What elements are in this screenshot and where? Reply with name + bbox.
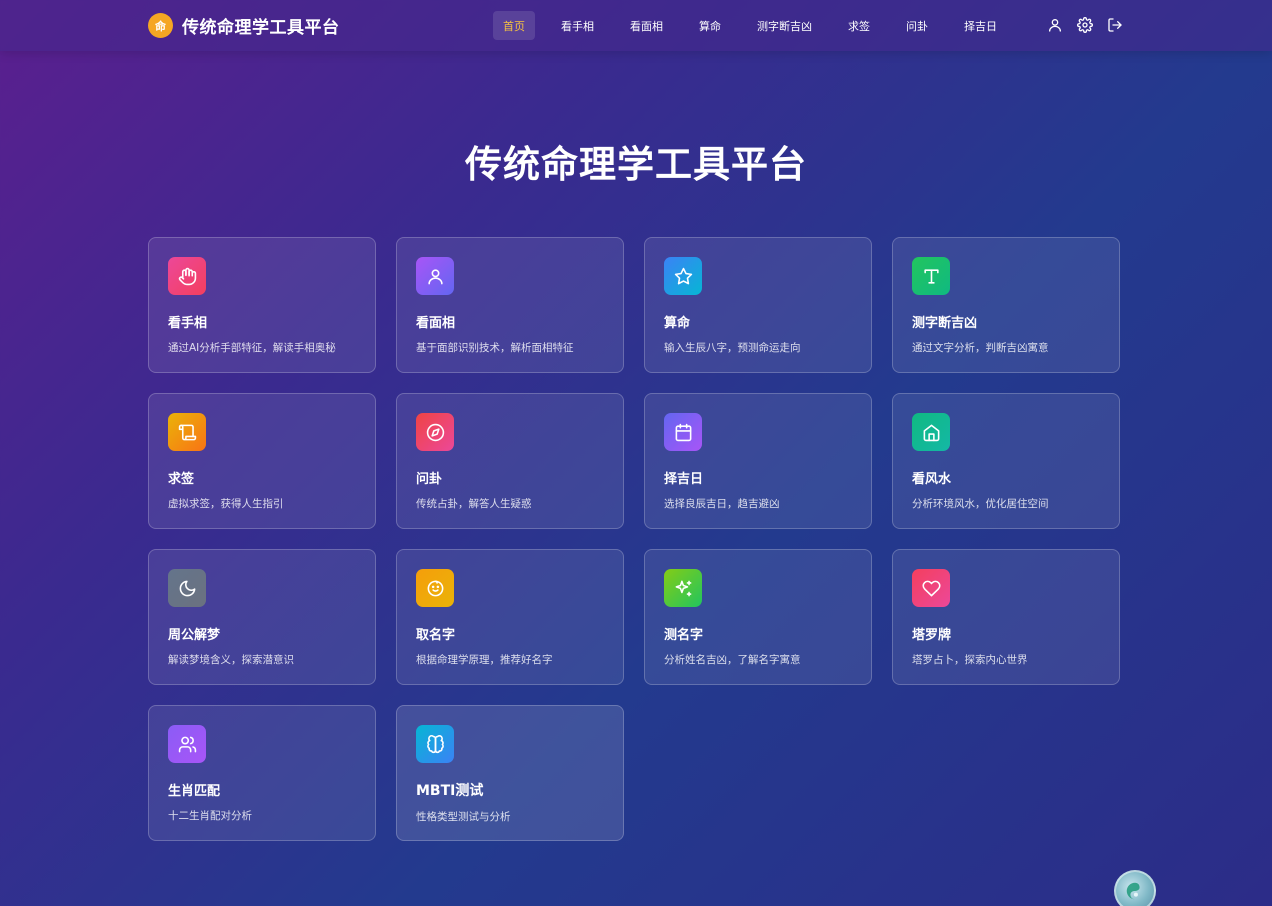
card-title: 问卦 xyxy=(416,472,443,487)
card-desc: 解读梦境含义，探索潜意识 xyxy=(168,654,294,666)
brand[interactable]: 命 传统命理学工具平台 xyxy=(148,13,340,38)
card-desc: 塔罗占卜，探索内心世界 xyxy=(912,654,1028,666)
nav-item-palm[interactable]: 看手相 xyxy=(551,11,604,40)
logout-icon[interactable] xyxy=(1106,16,1124,34)
tool-card-face[interactable]: 看面相 基于面部识别技术，解析面相特征 xyxy=(396,237,624,373)
star-icon xyxy=(664,257,702,295)
compass-icon xyxy=(416,413,454,451)
nav-icons xyxy=(1046,16,1124,34)
card-desc: 通过AI分析手部特征，解读手相奥秘 xyxy=(168,342,336,354)
home-icon xyxy=(912,413,950,451)
tool-card-fortune[interactable]: 算命 输入生辰八字，预测命运走向 xyxy=(644,237,872,373)
card-desc: 输入生辰八字，预测命运走向 xyxy=(664,342,801,354)
brand-title: 传统命理学工具平台 xyxy=(182,18,340,38)
page-title: 传统命理学工具平台 xyxy=(465,143,807,186)
assistant-orb-icon[interactable] xyxy=(1114,870,1156,906)
nav-item-divination[interactable]: 问卦 xyxy=(896,11,938,40)
top-navbar: 命 传统命理学工具平台 首页 看手相 看面相 算命 测字断吉凶 求签 问卦 择吉… xyxy=(0,0,1272,51)
nav-item-auspicious-day[interactable]: 择吉日 xyxy=(954,11,1007,40)
card-title: 生肖匹配 xyxy=(168,784,221,799)
tool-card-auspicious-day[interactable]: 择吉日 选择良辰吉日，趋吉避凶 xyxy=(644,393,872,529)
tool-card-dream[interactable]: 周公解梦 解读梦境含义，探索潜意识 xyxy=(148,549,376,685)
tool-card-name-test[interactable]: 测名字 分析姓名吉凶，了解名字寓意 xyxy=(644,549,872,685)
card-title: 测字断吉凶 xyxy=(912,316,978,331)
card-desc: 分析环境风水，优化居住空间 xyxy=(912,498,1049,510)
card-title: 取名字 xyxy=(416,628,456,643)
card-title: 看面相 xyxy=(416,316,456,331)
tool-card-zodiac[interactable]: 生肖匹配 十二生肖配对分析 xyxy=(148,705,376,841)
tool-card-fengshui[interactable]: 看风水 分析环境风水，优化居住空间 xyxy=(892,393,1120,529)
user-icon[interactable] xyxy=(1046,16,1064,34)
card-desc: 选择良辰吉日，趋吉避凶 xyxy=(664,498,780,510)
card-title: 算命 xyxy=(664,316,691,331)
hand-icon xyxy=(168,257,206,295)
nav-links: 首页 看手相 看面相 算命 测字断吉凶 求签 问卦 择吉日 xyxy=(493,11,1023,40)
card-desc: 十二生肖配对分析 xyxy=(168,810,252,822)
card-title: 求签 xyxy=(168,472,195,487)
tool-card-lottery[interactable]: 求签 虚拟求签，获得人生指引 xyxy=(148,393,376,529)
card-title: MBTI测试 xyxy=(416,783,484,799)
card-desc: 传统占卦，解答人生疑惑 xyxy=(416,498,532,510)
card-desc: 性格类型测试与分析 xyxy=(416,811,511,823)
nav-item-fortune[interactable]: 算命 xyxy=(689,11,731,40)
brain-icon xyxy=(416,725,454,763)
card-desc: 通过文字分析，判断吉凶寓意 xyxy=(912,342,1049,354)
tool-card-character[interactable]: 测字断吉凶 通过文字分析，判断吉凶寓意 xyxy=(892,237,1120,373)
card-desc: 基于面部识别技术，解析面相特征 xyxy=(416,342,574,354)
tool-card-naming[interactable]: 取名字 根据命理学原理，推荐好名字 xyxy=(396,549,624,685)
tool-grid: 看手相 通过AI分析手部特征，解读手相奥秘 看面相 基于面部识别技术，解析面相特… xyxy=(148,237,1120,841)
user-icon xyxy=(416,257,454,295)
card-title: 看风水 xyxy=(912,472,952,487)
scroll-icon xyxy=(168,413,206,451)
users-icon xyxy=(168,725,206,763)
card-desc: 分析姓名吉凶，了解名字寓意 xyxy=(664,654,801,666)
tool-card-tarot[interactable]: 塔罗牌 塔罗占卜，探索内心世界 xyxy=(892,549,1120,685)
card-title: 周公解梦 xyxy=(168,628,221,643)
tool-card-palm[interactable]: 看手相 通过AI分析手部特征，解读手相奥秘 xyxy=(148,237,376,373)
sparkles-icon xyxy=(664,569,702,607)
card-desc: 虚拟求签，获得人生指引 xyxy=(168,498,284,510)
baby-icon xyxy=(416,569,454,607)
calendar-icon xyxy=(664,413,702,451)
card-title: 看手相 xyxy=(168,316,208,331)
moon-icon xyxy=(168,569,206,607)
heart-icon xyxy=(912,569,950,607)
nav-item-character[interactable]: 测字断吉凶 xyxy=(747,11,822,40)
brand-logo-icon: 命 xyxy=(148,13,173,38)
gear-icon[interactable] xyxy=(1076,16,1094,34)
nav-item-face[interactable]: 看面相 xyxy=(620,11,673,40)
tool-card-divination[interactable]: 问卦 传统占卦，解答人生疑惑 xyxy=(396,393,624,529)
card-title: 塔罗牌 xyxy=(912,628,952,643)
nav-item-home[interactable]: 首页 xyxy=(493,11,535,40)
card-title: 择吉日 xyxy=(664,472,704,487)
card-desc: 根据命理学原理，推荐好名字 xyxy=(416,654,553,666)
nav-item-lottery[interactable]: 求签 xyxy=(838,11,880,40)
type-icon xyxy=(912,257,950,295)
tool-card-mbti[interactable]: MBTI测试 性格类型测试与分析 xyxy=(396,705,624,841)
card-title: 测名字 xyxy=(664,628,704,643)
